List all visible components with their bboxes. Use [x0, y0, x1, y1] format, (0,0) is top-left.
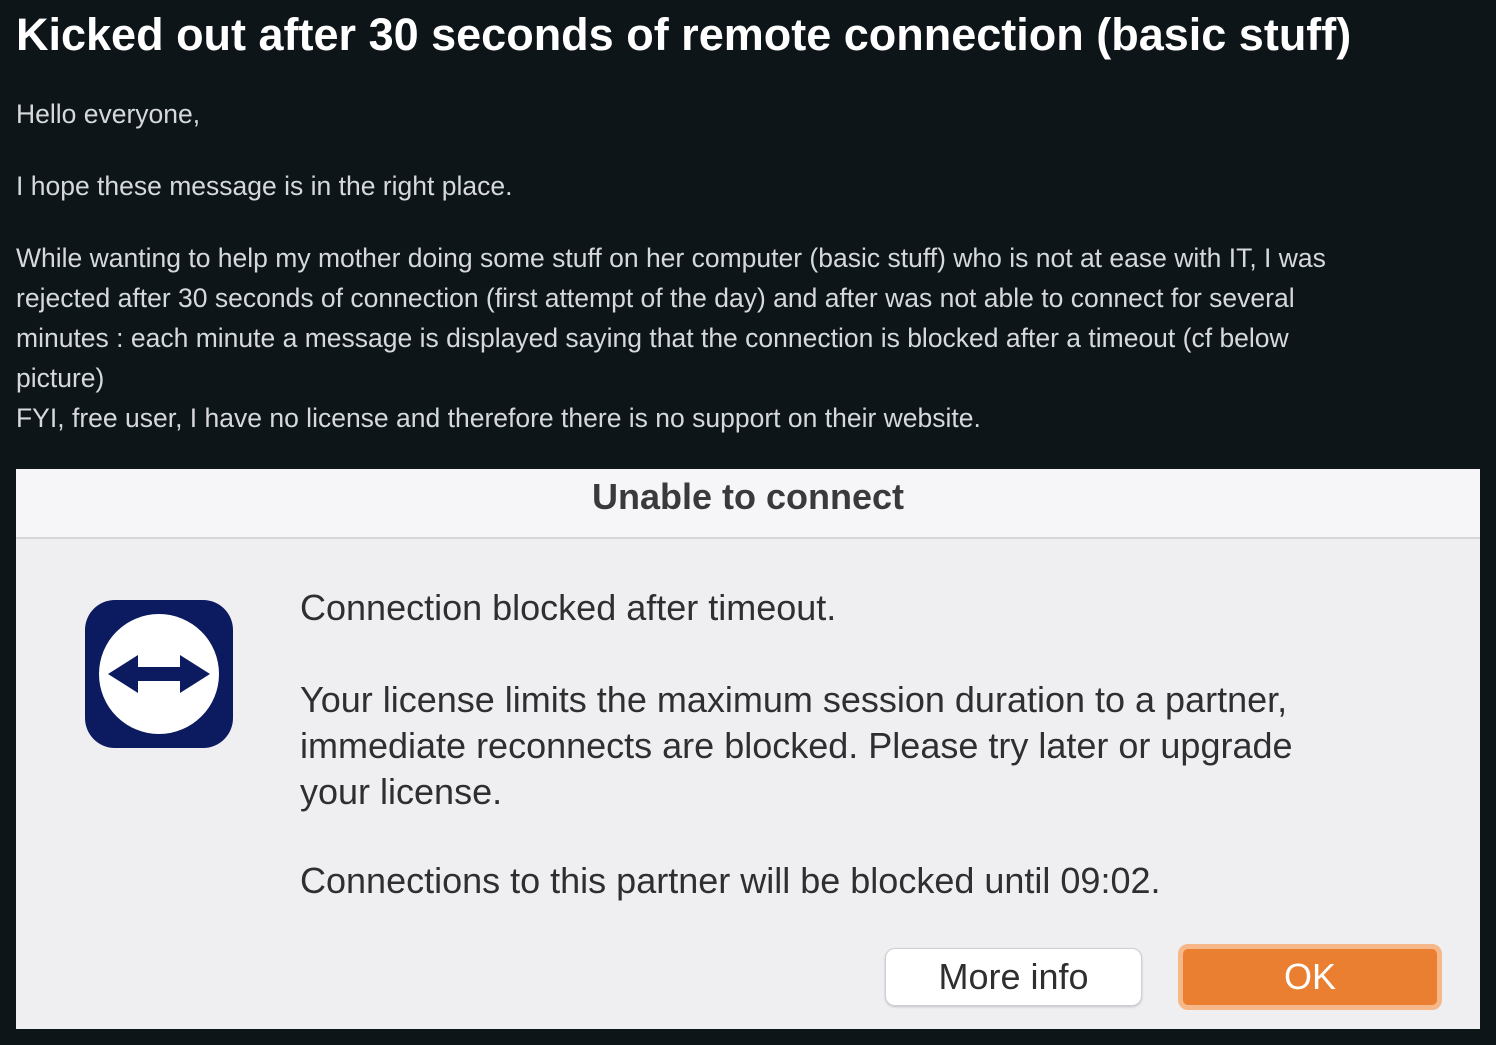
dialog-title: Unable to connect: [591, 476, 905, 517]
dialog-header: Unable to connect: [16, 469, 1480, 539]
post-body-line: minutes : each minute a message is displ…: [16, 323, 1289, 353]
dialog-message-heading: Connection blocked after timeout.: [300, 587, 837, 628]
more-info-button[interactable]: More info: [885, 948, 1142, 1006]
teamviewer-arrows-icon: [85, 600, 233, 748]
post-body: Hello everyone, I hope these message is …: [16, 94, 1482, 438]
post-greeting: Hello everyone,: [16, 99, 201, 129]
unable-to-connect-dialog: Unable to connect Connection blocked aft…: [16, 469, 1480, 1029]
dialog-detail-line: your license.: [300, 771, 503, 812]
dialog-blocked-until: Connections to this partner will be bloc…: [300, 860, 1161, 901]
post-body-line: While wanting to help my mother doing so…: [16, 243, 1326, 273]
dialog-detail-line: Your license limits the maximum session …: [300, 679, 1288, 720]
post-body-line: picture): [16, 363, 105, 393]
post-body-line: rejected after 30 seconds of connection …: [16, 283, 1295, 313]
post-paragraph: I hope these message is in the right pla…: [16, 171, 513, 201]
ok-button[interactable]: OK: [1178, 944, 1442, 1010]
dialog-message-detail: Your license limits the maximum session …: [300, 677, 1440, 815]
post-fyi: FYI, free user, I have no license and th…: [16, 403, 981, 433]
dialog-detail-line: immediate reconnects are blocked. Please…: [300, 725, 1293, 766]
post-title: Kicked out after 30 seconds of remote co…: [16, 9, 1352, 60]
